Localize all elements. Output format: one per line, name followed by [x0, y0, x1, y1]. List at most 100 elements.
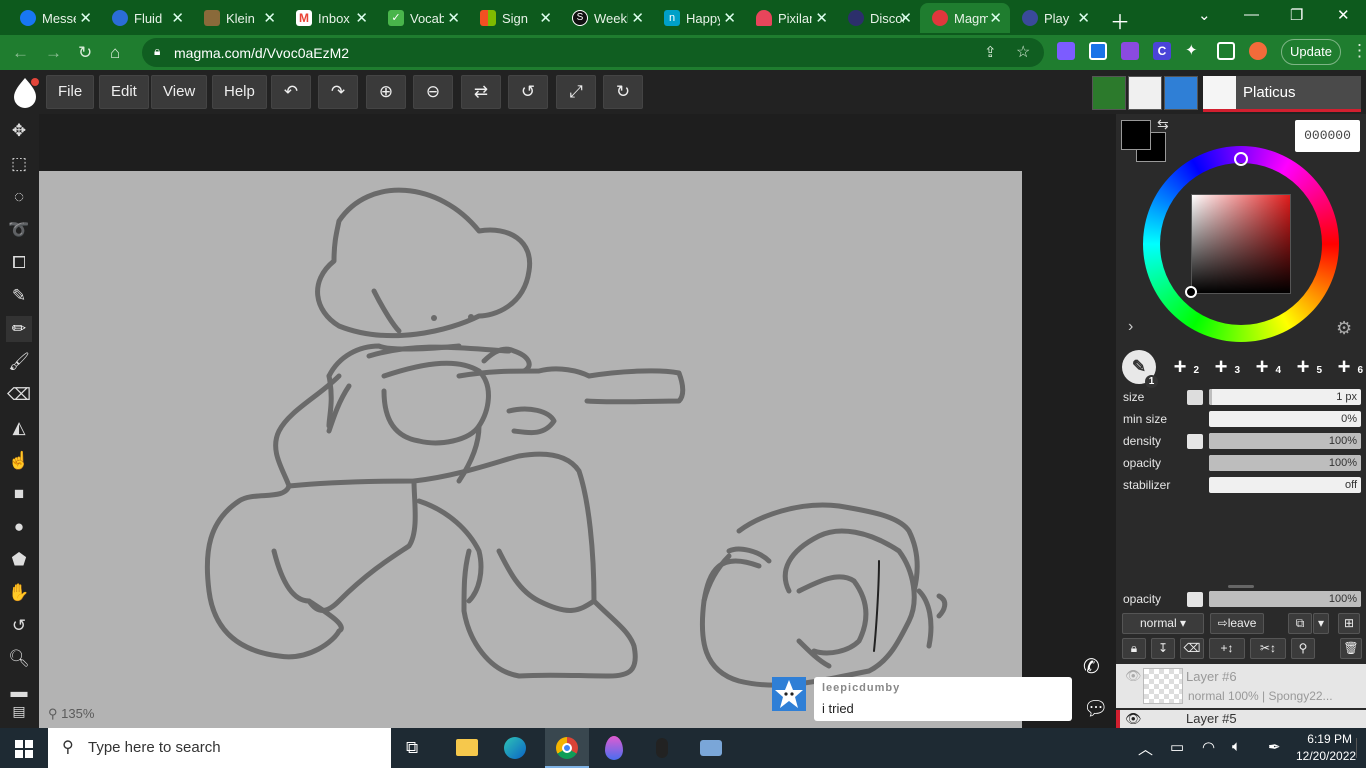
layer-menu-icon[interactable]: ▾ [1313, 613, 1329, 634]
duplicate-layer-icon[interactable]: ⧉ [1288, 613, 1312, 634]
browser-tab[interactable]: Discord ✕ [836, 3, 920, 33]
size-slider[interactable]: 1 px [1209, 389, 1361, 405]
new-tab-icon[interactable]: ＋ [1110, 6, 1130, 35]
volume-icon[interactable]: 🔈︎ [1232, 738, 1241, 755]
delete-layer-icon[interactable]: 🗑︎ [1340, 638, 1362, 659]
fullscreen-icon[interactable]: ⤢ [556, 75, 596, 109]
eyedropper-icon[interactable]: ✎ [6, 283, 32, 309]
density-pressure-toggle[interactable] [1187, 434, 1203, 449]
leave-button[interactable]: ⇨leave [1210, 613, 1264, 634]
transform-icon[interactable]: ⧠ [6, 250, 32, 276]
wifi-icon[interactable]: ◠ [1202, 738, 1215, 756]
lasso-icon[interactable]: ➰ [6, 217, 32, 243]
browser-tab[interactable]: Sign ✕ [468, 3, 560, 33]
close-tab-icon[interactable]: ✕ [447, 9, 460, 27]
extension-c-icon[interactable]: C [1153, 42, 1171, 60]
undo-icon[interactable]: ↶ [271, 75, 311, 109]
expand-panel-icon[interactable]: › [1128, 318, 1133, 336]
menu-edit[interactable]: Edit [99, 75, 149, 109]
pen-icon[interactable]: ✒ [1268, 738, 1281, 756]
chrome-icon[interactable] [545, 728, 589, 768]
notification-icon[interactable] [1356, 738, 1357, 758]
menu-view[interactable]: View [151, 75, 208, 109]
panel-resize-handle[interactable] [1228, 585, 1254, 588]
browser-tab[interactable]: Fluid ✕ [100, 3, 192, 33]
layer-opacity-slider[interactable]: 100% [1209, 591, 1361, 607]
close-tab-icon[interactable]: ✕ [79, 9, 92, 27]
brush-slot-pencil-icon[interactable]: ✎ 1 [1122, 350, 1158, 388]
size-pressure-toggle[interactable] [1187, 390, 1203, 405]
smudge-icon[interactable]: ☝ [6, 448, 32, 474]
camera-app-icon[interactable] [700, 740, 722, 756]
bookmark-star-icon[interactable]: ☆ [1016, 42, 1030, 62]
share-icon[interactable]: ⇪ [984, 43, 997, 61]
flip-icon[interactable]: ⇄ [461, 75, 501, 109]
close-tab-icon[interactable]: ✕ [355, 9, 368, 27]
maximize-icon[interactable]: ❐ [1290, 6, 1303, 24]
brush-slot-add-icon[interactable]: +5 [1286, 350, 1322, 384]
menu-file[interactable]: File [46, 75, 95, 109]
browser-tab[interactable]: M Inbox ✕ [284, 3, 376, 33]
min-size-slider[interactable]: 0% [1209, 411, 1361, 427]
shape-icon[interactable]: ⬟ [6, 547, 32, 573]
home-icon[interactable]: ⌂ [110, 43, 120, 63]
visibility-eye-icon[interactable]: 👁︎ [1125, 668, 1142, 684]
brush-slot-add-icon[interactable]: +4 [1245, 350, 1281, 384]
user-avatar[interactable] [1128, 76, 1162, 110]
puzzle-icon[interactable]: ✦ [1185, 42, 1203, 60]
lock-layer-icon[interactable]: 🔒︎ [1122, 638, 1146, 659]
reload-icon[interactable]: ↻ [78, 43, 92, 63]
visibility-eye-icon[interactable]: 👁︎ [1125, 711, 1142, 727]
rotate-view-icon[interactable]: ↺ [6, 613, 32, 639]
ellipse-select-icon[interactable]: ◌ [6, 184, 32, 210]
chat-toggle-icon[interactable]: 💬︎ [1083, 696, 1108, 721]
foreground-color-swatch[interactable] [1121, 120, 1151, 150]
current-user-badge[interactable]: Platicus [1203, 76, 1361, 112]
minimize-icon[interactable]: — [1244, 6, 1259, 23]
browser-tab[interactable]: Pixilart ✕ [744, 3, 836, 33]
brush-slot-add-icon[interactable]: +6 [1327, 350, 1363, 384]
browser-tab[interactable]: ✓ Vocab ✕ [376, 3, 468, 33]
saturation-value-square[interactable] [1191, 194, 1291, 294]
redo-icon[interactable]: ↷ [318, 75, 358, 109]
add-layer-icon[interactable]: ⊞ [1338, 613, 1360, 634]
close-tab-icon[interactable]: ✕ [631, 9, 644, 27]
search-layer-icon[interactable]: ⚲ [1291, 638, 1315, 659]
tray-overflow-icon[interactable]: ︿ [1138, 738, 1153, 759]
move-icon[interactable]: ✥ [6, 118, 32, 144]
browser-menu-icon[interactable]: ⋮ [1351, 41, 1366, 61]
close-tab-icon[interactable]: ✕ [989, 9, 1002, 27]
zoom-in-icon[interactable]: ⊕ [366, 75, 406, 109]
rect-select-icon[interactable]: ⬚ [6, 151, 32, 177]
update-button[interactable]: Update [1281, 39, 1341, 65]
drawing-canvas[interactable] [39, 171, 1022, 728]
color-handle[interactable] [1185, 286, 1197, 298]
profile-avatar[interactable] [1249, 42, 1267, 60]
hand-icon[interactable]: ✋ [6, 580, 32, 606]
settings-gear-icon[interactable]: ⚙ [1336, 318, 1352, 339]
rectangle-icon[interactable]: ■ [6, 481, 32, 507]
forward-icon[interactable]: → [45, 43, 62, 63]
voice-call-icon[interactable]: ✆ [1083, 654, 1100, 679]
file-explorer-icon[interactable] [456, 739, 478, 756]
brush-slot-add-icon[interactable]: +3 [1204, 350, 1240, 384]
cut-selection-icon[interactable]: ✂↕ [1250, 638, 1286, 659]
rotate-reset-icon[interactable]: ↺ [508, 75, 548, 109]
opacity-slider[interactable]: 100% [1209, 455, 1361, 471]
user-avatar[interactable] [1092, 76, 1126, 110]
zoom-icon[interactable]: 🔍︎ [6, 646, 32, 672]
user-avatar[interactable] [1164, 76, 1198, 110]
hue-handle[interactable] [1234, 152, 1248, 166]
close-tab-icon[interactable]: ✕ [815, 9, 828, 27]
tab-search-icon[interactable]: ⌄ [1198, 6, 1211, 24]
layer-opacity-lock[interactable] [1187, 592, 1203, 607]
edge-icon[interactable] [504, 737, 526, 759]
mouse-app-icon[interactable] [656, 738, 668, 758]
magma-logo-icon[interactable] [10, 76, 40, 108]
back-icon[interactable]: ← [12, 43, 29, 63]
color-wheel[interactable] [1143, 146, 1339, 342]
browser-tab[interactable]: Klein ✕ [192, 3, 284, 33]
stabilizer-slider[interactable]: off [1209, 477, 1361, 493]
close-tab-icon[interactable]: ✕ [171, 9, 184, 27]
add-to-selection-icon[interactable]: +↕ [1209, 638, 1245, 659]
